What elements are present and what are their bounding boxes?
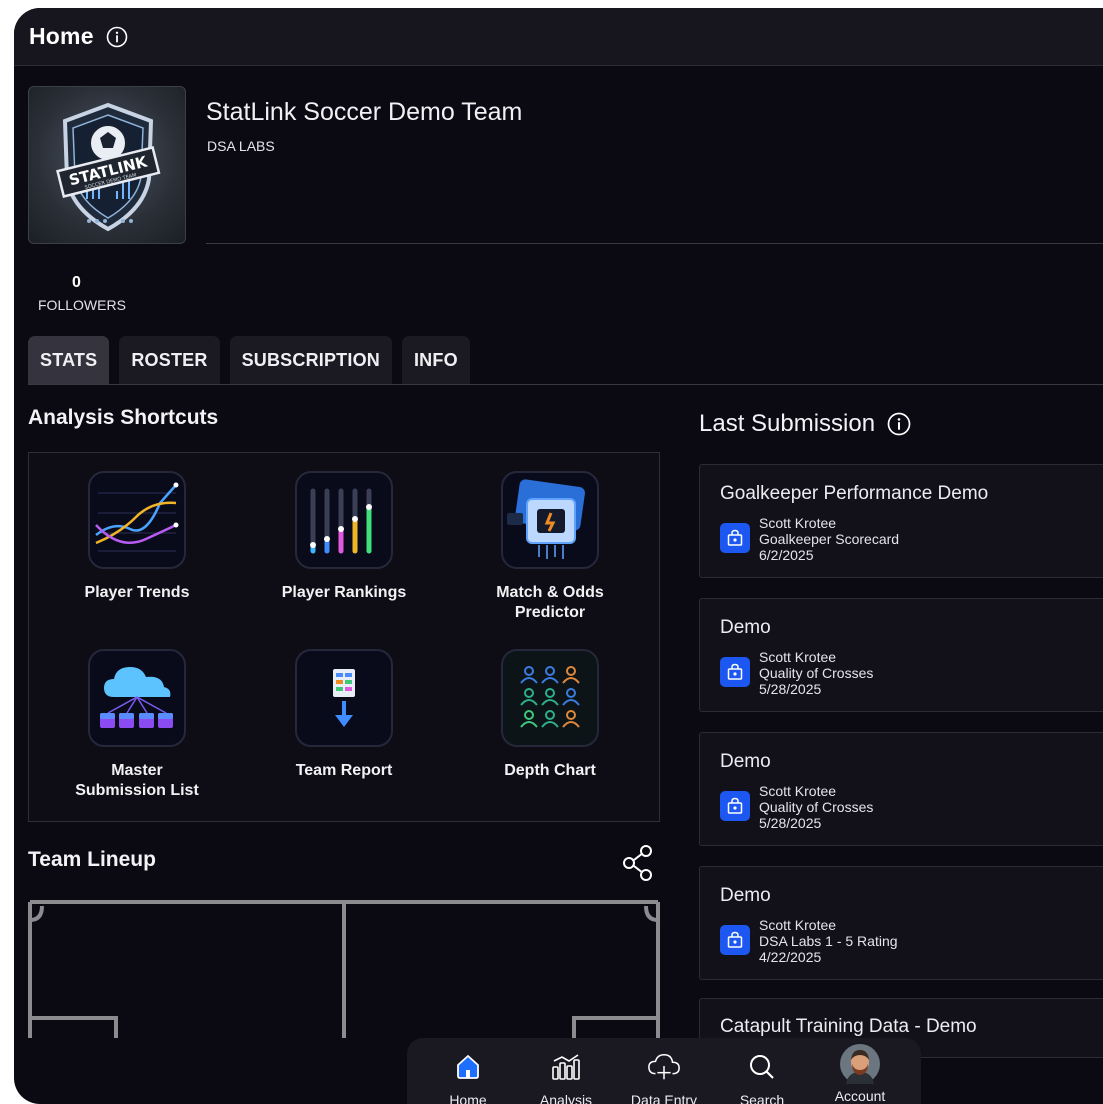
shortcut-depth-chart[interactable]: Depth Chart xyxy=(450,649,650,781)
submission-title: Demo xyxy=(720,751,771,772)
shortcut-label: Match & Odds Predictor xyxy=(496,584,604,621)
submission-form: Goalkeeper Scorecard xyxy=(759,531,900,547)
tabs-divider xyxy=(28,384,1103,385)
shortcut-player-rankings[interactable]: Player Rankings xyxy=(244,471,444,603)
submission-card[interactable]: Demo Scott Krotee Quality of Crosses 5/2… xyxy=(699,598,1103,712)
submission-details: Scott Krotee Quality of Crosses 5/28/202… xyxy=(759,649,873,697)
nav-home[interactable]: Home xyxy=(420,1038,516,1104)
header-divider xyxy=(206,243,1103,244)
info-icon[interactable] xyxy=(106,26,128,48)
cloud-network-icon xyxy=(88,649,186,747)
shortcut-label: Team Report xyxy=(295,762,393,779)
team-name: StatLink Soccer Demo Team xyxy=(206,98,523,126)
nav-label: Home xyxy=(449,1092,487,1104)
tab-info[interactable]: INFO xyxy=(401,336,470,384)
lock-bag-icon xyxy=(720,523,750,553)
team-organization: DSA LABS xyxy=(207,138,275,154)
lock-bag-icon xyxy=(720,657,750,687)
app-window: Home STATLINK SOCCER DEMO TEAM StatLink … xyxy=(14,8,1103,1104)
submission-form: DSA Labs 1 - 5 Rating xyxy=(759,933,898,949)
analysis-icon xyxy=(549,1050,583,1084)
search-icon xyxy=(745,1050,779,1084)
submission-author: Scott Krotee xyxy=(759,917,837,933)
submission-details: Scott Krotee DSA Labs 1 - 5 Rating 4/22/… xyxy=(759,917,898,965)
submission-title: Catapult Training Data - Demo xyxy=(720,1016,977,1037)
submission-card[interactable]: Goalkeeper Performance Demo Scott Krotee… xyxy=(699,464,1103,578)
tab-stats[interactable]: STATS xyxy=(28,336,110,384)
followers-label: FOLLOWERS xyxy=(38,297,126,313)
submission-date: 4/22/2025 xyxy=(759,949,822,965)
team-logo: STATLINK SOCCER DEMO TEAM xyxy=(28,86,186,244)
report-download-icon xyxy=(295,649,393,747)
nav-analysis[interactable]: Analysis xyxy=(518,1038,614,1104)
bottom-nav: Home Analysis Data Entry Search Account xyxy=(407,1038,921,1104)
submission-form: Quality of Crosses xyxy=(759,665,874,681)
page-title: Home xyxy=(29,23,94,49)
last-submission-header: Last Submission xyxy=(699,410,911,438)
submission-title: Demo xyxy=(720,617,771,638)
shortcut-label: Depth Chart xyxy=(504,762,596,779)
home-icon xyxy=(451,1050,485,1084)
submission-title: Demo xyxy=(720,885,771,906)
nav-label: Analysis xyxy=(539,1092,593,1104)
tab-subscription[interactable]: SUBSCRIPTION xyxy=(229,336,392,384)
team-lineup-title: Team Lineup xyxy=(28,848,156,871)
submission-card[interactable]: Demo Scott Krotee Quality of Crosses 5/2… xyxy=(699,732,1103,846)
share-icon[interactable] xyxy=(621,844,655,882)
nav-label: Search xyxy=(739,1092,785,1104)
lock-bag-icon xyxy=(720,925,750,955)
submission-date: 5/28/2025 xyxy=(759,681,822,697)
submission-card[interactable]: Demo Scott Krotee DSA Labs 1 - 5 Rating … xyxy=(699,866,1103,980)
submission-title: Goalkeeper Performance Demo xyxy=(720,483,989,504)
tab-roster[interactable]: ROSTER xyxy=(119,336,220,384)
avatar xyxy=(840,1044,880,1084)
info-icon[interactable] xyxy=(887,412,911,436)
nav-label: Data Entry xyxy=(630,1092,698,1104)
analysis-shortcuts-panel: Player Trends Player Rankings Match & Od… xyxy=(28,452,660,822)
submission-date: 6/2/2025 xyxy=(759,547,814,563)
submission-details: Scott Krotee Quality of Crosses 5/28/202… xyxy=(759,783,873,831)
app-bar: Home xyxy=(14,8,1103,66)
players-grid-icon xyxy=(501,649,599,747)
submission-date: 5/28/2025 xyxy=(759,815,822,831)
submission-author: Scott Krotee xyxy=(759,649,837,665)
shortcut-match-odds-predictor[interactable]: Match & Odds Predictor xyxy=(450,471,650,623)
nav-account[interactable]: Account xyxy=(812,1038,908,1104)
nav-label: Account xyxy=(834,1088,886,1104)
shortcut-label: Player Rankings xyxy=(281,584,407,601)
team-tabs: STATS ROSTER SUBSCRIPTION INFO xyxy=(28,336,470,384)
lineup-pitch xyxy=(28,898,660,1038)
shortcut-label: Player Trends xyxy=(84,584,190,601)
analysis-shortcuts-title: Analysis Shortcuts xyxy=(28,406,219,429)
lock-bag-icon xyxy=(720,791,750,821)
shortcut-player-trends[interactable]: Player Trends xyxy=(37,471,237,603)
shortcut-master-submission-list[interactable]: Master Submission List xyxy=(37,649,237,801)
shortcut-team-report[interactable]: Team Report xyxy=(244,649,444,781)
nav-search[interactable]: Search xyxy=(714,1038,810,1104)
line-chart-icon xyxy=(88,471,186,569)
submission-details: Scott Krotee Goalkeeper Scorecard 6/2/20… xyxy=(759,515,899,563)
bar-rankings-icon xyxy=(295,471,393,569)
submission-author: Scott Krotee xyxy=(759,515,837,531)
cloud-upload-icon xyxy=(647,1050,681,1084)
shortcut-label: Master Submission List xyxy=(75,762,199,799)
submission-form: Quality of Crosses xyxy=(759,799,874,815)
chip-predictor-icon xyxy=(501,471,599,569)
last-submission-title: Last Submission xyxy=(699,410,876,437)
submission-author: Scott Krotee xyxy=(759,783,837,799)
nav-data-entry[interactable]: Data Entry xyxy=(616,1038,712,1104)
followers-count: 0 xyxy=(72,274,81,291)
